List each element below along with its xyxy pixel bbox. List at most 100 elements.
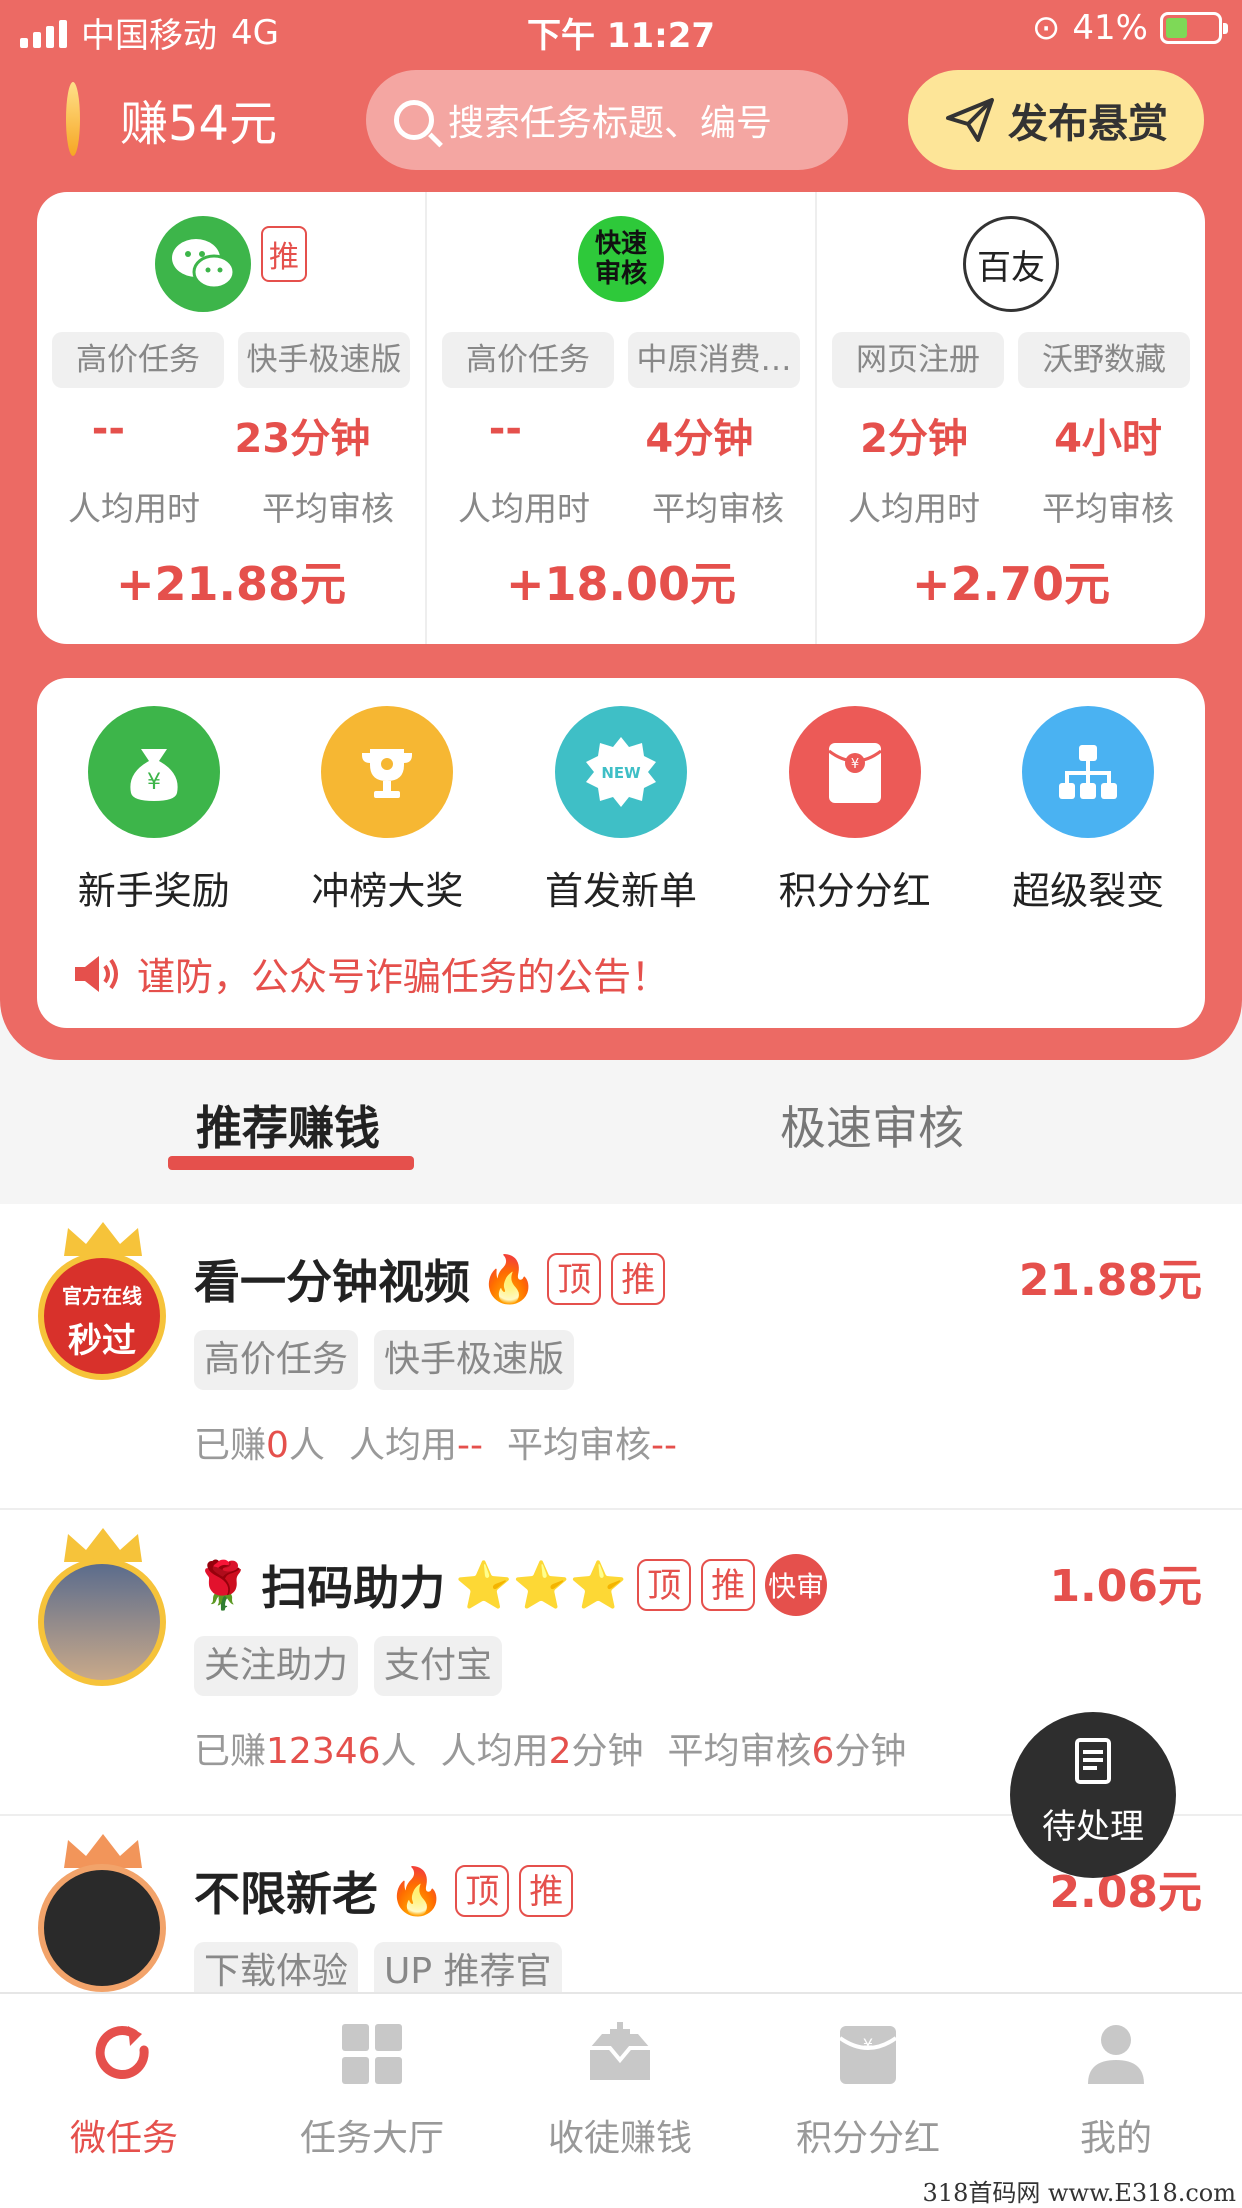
search-input[interactable]: 搜索任务标题、编号 <box>366 70 848 170</box>
featured-tasks-card: 推 高价任务 快手极速版 -- 23分钟 人均用时 平均审核 +21.88元 快速审核… <box>37 192 1205 644</box>
svg-text:¥: ¥ <box>147 770 161 795</box>
top-badge: 顶 <box>547 1253 602 1305</box>
reward-amount: +2.70元 <box>911 557 1111 611</box>
featured-task[interactable]: 推 高价任务 快手极速版 -- 23分钟 人均用时 平均审核 +21.88元 <box>37 192 425 644</box>
trophy-icon <box>321 706 454 838</box>
stat-label: 平均审核 <box>667 1731 812 1772</box>
status-bar: 中国移动 4G 下午 11:27 ⊙ 41% <box>0 0 1242 62</box>
stat-label: 人均用 <box>348 1425 457 1466</box>
red-envelope-icon: ¥ <box>788 706 921 838</box>
action-label: 积分分红 <box>778 869 931 913</box>
nav-points-dividend[interactable]: ¥ 积分分红 <box>768 2020 968 2161</box>
fast-review-badge: 快审 <box>765 1554 828 1616</box>
action-newbie-reward[interactable]: ¥ 新手奖励 <box>54 706 254 915</box>
stat-unit: 分钟 <box>834 1731 907 1772</box>
svg-text:NEW: NEW <box>601 764 641 782</box>
stat-label: 已赚 <box>194 1425 267 1466</box>
nav-micro-tasks[interactable]: 微任务 <box>24 2020 224 2161</box>
stat-value: 12346 <box>266 1731 381 1772</box>
avatar-text: 官方在线 <box>62 1284 142 1308</box>
stat-unit: 人 <box>288 1425 325 1466</box>
featured-task[interactable]: 百友 网页注册 沃野数藏 2分钟 4小时 人均用时 平均审核 +2.70元 <box>815 192 1205 644</box>
featured-task[interactable]: 快速审核 高价任务 中原消费… -- 4分钟 人均用时 平均审核 +18.00元 <box>425 192 815 644</box>
new-badge-icon: NEW <box>554 706 687 838</box>
action-super-fission[interactable]: 超级裂变 <box>988 706 1188 915</box>
logo-text: 快速审核 <box>594 229 647 289</box>
top-badge: 顶 <box>455 1865 510 1917</box>
pending-label: 待处理 <box>1042 1807 1144 1847</box>
pending-button[interactable]: 待处理 <box>1010 1712 1176 1878</box>
paper-plane-icon <box>946 98 994 142</box>
nav-recruit-earn[interactable]: 收徒赚钱 <box>520 2020 720 2161</box>
search-icon <box>394 100 434 140</box>
top-badge: 顶 <box>637 1559 692 1611</box>
fire-icon: 🔥 <box>480 1251 538 1306</box>
document-icon <box>1075 1738 1111 1784</box>
top-bar: 赚54元 搜索任务标题、编号 发布悬赏 <box>0 68 1242 172</box>
action-first-order[interactable]: NEW 首发新单 <box>521 706 721 915</box>
refresh-icon <box>95 2026 149 2079</box>
task-tag: 网页注册 <box>832 332 1004 388</box>
action-ranking-prize[interactable]: 冲榜大奖 <box>287 706 487 915</box>
avg-time-label: 人均用时 <box>848 489 980 528</box>
task-title: 扫码助力 <box>261 1561 446 1615</box>
red-envelope-icon: ¥ <box>838 2026 898 2084</box>
tab-fast-review[interactable]: 极速审核 <box>780 1092 964 1158</box>
rotation-lock-icon: ⊙ <box>1031 8 1061 48</box>
tab-recommend[interactable]: 推荐赚钱 <box>196 1092 380 1158</box>
task-tabs: 推荐赚钱 极速审核 <box>0 1060 1242 1200</box>
stat-unit: 分钟 <box>571 1731 644 1772</box>
recommend-badge: 推 <box>519 1865 574 1917</box>
stat-value: -- <box>650 1425 677 1466</box>
recommend-badge: 推 <box>611 1253 666 1305</box>
task-tag: 高价任务 <box>194 1330 359 1390</box>
task-price: 21.88元 <box>1018 1255 1202 1306</box>
task-title: 看一分钟视频 <box>194 1255 470 1309</box>
reward-amount: +18.00元 <box>505 557 737 611</box>
avg-review-value: 4分钟 <box>645 416 754 462</box>
avatar <box>38 1864 166 1992</box>
task-tag: 高价任务 <box>52 332 224 388</box>
search-placeholder: 搜索任务标题、编号 <box>448 103 773 144</box>
task-tag: 高价任务 <box>442 332 614 388</box>
task-item[interactable]: 官方在线 秒过 看一分钟视频 🔥 顶 推 21.88元 高价任务 快手极速版 已赚… <box>0 1204 1242 1510</box>
battery-percent: 41% <box>1072 8 1148 48</box>
avg-time-value: -- <box>91 406 125 452</box>
stat-label: 平均审核 <box>506 1425 651 1466</box>
task-stats: 已赚12346人 人均用2分钟 平均审核6分钟 <box>194 1722 906 1774</box>
rose-icon: 🌹 <box>194 1557 252 1612</box>
action-points-dividend[interactable]: ¥ 积分分红 <box>755 706 955 915</box>
active-tab-indicator <box>168 1156 414 1170</box>
task-stats: 已赚0人 人均用-- 平均审核-- <box>194 1416 677 1468</box>
announcement-text: 谨防，公众号诈骗任务的公告！ <box>137 955 670 999</box>
nav-task-hall[interactable]: 任务大厅 <box>272 2020 472 2161</box>
baiyou-logo: 百友 <box>963 216 1059 312</box>
task-tag: 快手极速版 <box>374 1330 575 1390</box>
avg-time-value: 2分钟 <box>860 416 968 462</box>
task-tag: 快手极速版 <box>238 332 410 388</box>
wechat-icon <box>155 216 251 312</box>
avatar-text: 秒过 <box>68 1321 136 1361</box>
earned-total[interactable]: 赚54元 <box>66 82 277 156</box>
user-icon <box>1088 2025 1144 2084</box>
recommend-badge: 推 <box>701 1559 756 1611</box>
svg-text:¥: ¥ <box>850 757 858 772</box>
announcement[interactable]: 谨防，公众号诈骗任务的公告！ <box>71 946 669 1001</box>
publish-label: 发布悬赏 <box>1008 101 1168 147</box>
nav-label: 微任务 <box>69 2118 178 2159</box>
recommend-badge: 推 <box>261 226 307 282</box>
stat-value: -- <box>456 1425 483 1466</box>
nav-mine[interactable]: 我的 <box>1016 2020 1216 2161</box>
action-label: 冲榜大奖 <box>311 869 464 913</box>
avg-review-label: 平均审核 <box>652 489 784 528</box>
publish-reward-button[interactable]: 发布悬赏 <box>908 70 1204 170</box>
reward-amount: +21.88元 <box>115 557 347 611</box>
avg-time-label: 人均用时 <box>68 489 200 528</box>
quick-actions-card: ¥ 新手奖励 冲榜大奖 NEW 首发新单 ¥ 积分分红 超级裂变 谨防，公众号诈… <box>37 678 1205 1028</box>
stat-value: 6 <box>811 1731 835 1772</box>
inbox-plus-icon <box>590 2022 650 2080</box>
task-tag: 沃野数藏 <box>1018 332 1190 388</box>
speaker-icon <box>75 955 118 992</box>
fire-icon: 🔥 <box>388 1863 446 1918</box>
avg-review-value: 23分钟 <box>234 416 371 462</box>
